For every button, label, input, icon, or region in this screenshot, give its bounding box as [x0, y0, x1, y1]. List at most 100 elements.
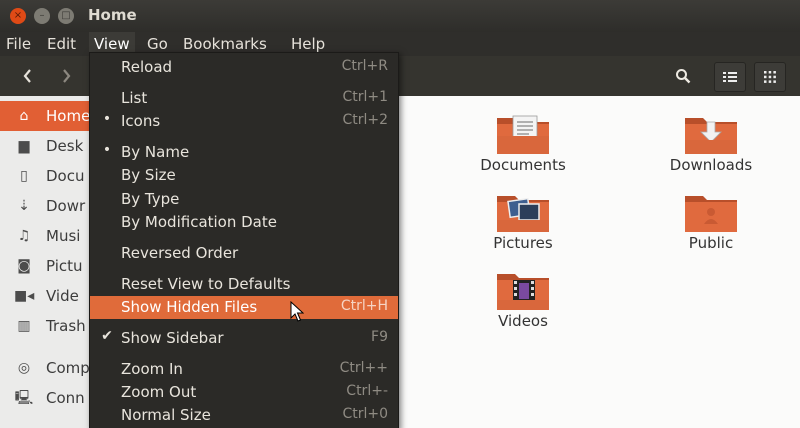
checkmark-icon: ✔	[101, 328, 113, 344]
sidebar-item-label: Conn	[46, 389, 85, 407]
folder-documents-icon	[497, 115, 549, 154]
trash-icon: ▥	[17, 318, 31, 334]
menu-item-label: By Name	[121, 143, 190, 161]
menu-item-shortcut: Ctrl+0	[342, 406, 388, 422]
menu-item-icons[interactable]: • Icons Ctrl+2	[90, 110, 398, 133]
sidebar-item-label: Pictu	[46, 257, 83, 275]
menu-item-by-modification-date[interactable]: By Modification Date	[90, 211, 398, 234]
menu-item-label: Normal Size	[121, 406, 211, 424]
folder-public[interactable]: Public	[621, 190, 800, 260]
menu-file[interactable]: File	[6, 35, 31, 53]
back-button[interactable]	[14, 62, 42, 90]
menu-item-list[interactable]: List Ctrl+1	[90, 87, 398, 110]
menu-item-label: Reload	[121, 58, 173, 76]
menu-item-show-hidden-files[interactable]: Show Hidden Files Ctrl+H	[90, 296, 398, 319]
menu-item-label: Reset View to Defaults	[121, 275, 291, 293]
menu-item-by-name[interactable]: • By Name	[90, 141, 398, 164]
folder-label: Public	[688, 234, 734, 252]
sidebar-item-videos[interactable]: ■◂ Vide	[0, 281, 92, 311]
menu-go[interactable]: Go	[147, 35, 168, 53]
music-icon: ♫	[17, 228, 31, 244]
grid-view-icon	[764, 71, 776, 83]
sidebar-item-documents[interactable]: ▯ Docu	[0, 161, 92, 191]
folder-videos-icon	[497, 274, 549, 310]
menu-item-normal-size[interactable]: Normal Size Ctrl+0	[90, 404, 398, 427]
folder-downloads[interactable]: Downloads	[621, 112, 800, 182]
sidebar: ⌂ Home ▆ Desk ▯ Docu ⇣ Dowr ♫ Musi ◙ Pic…	[0, 96, 93, 428]
sidebar-item-downloads[interactable]: ⇣ Dowr	[0, 191, 92, 221]
menu-item-zoom-in[interactable]: Zoom In Ctrl++	[90, 358, 398, 381]
menu-item-reversed-order[interactable]: Reversed Order	[90, 242, 398, 265]
sidebar-item-home[interactable]: ⌂ Home	[0, 101, 92, 131]
list-view-button[interactable]	[714, 62, 746, 92]
menu-item-label: Zoom Out	[121, 383, 197, 401]
mouse-pointer-icon	[290, 301, 304, 322]
sidebar-item-label: Comp	[46, 359, 90, 377]
folder-documents[interactable]: Documents	[433, 112, 613, 182]
chevron-left-icon	[23, 69, 31, 83]
forward-button[interactable]	[52, 62, 80, 90]
camera-icon: ◙	[17, 258, 31, 274]
menu-item-label: List	[121, 89, 148, 107]
menu-help[interactable]: Help	[291, 35, 325, 53]
radio-bullet-icon: •	[102, 111, 112, 127]
menu-item-by-type[interactable]: By Type	[90, 188, 398, 211]
sidebar-item-desktop[interactable]: ▆ Desk	[0, 131, 92, 161]
menu-item-label: By Size	[121, 166, 176, 184]
folder-label: Videos	[498, 312, 548, 330]
menu-edit[interactable]: Edit	[47, 35, 76, 53]
menu-item-shortcut: Ctrl+1	[342, 89, 388, 105]
network-icon: 🖳	[14, 390, 34, 406]
document-icon: ▯	[20, 168, 28, 184]
maximize-window-button[interactable]: □	[58, 8, 74, 24]
menu-item-shortcut: Ctrl+R	[341, 58, 388, 74]
menu-item-label: Show Sidebar	[121, 329, 224, 347]
folder-label: Pictures	[493, 234, 553, 252]
view-menu-dropdown: Reload Ctrl+R List Ctrl+1 • Icons Ctrl+2…	[89, 52, 399, 428]
folder-pictures-icon	[497, 196, 549, 232]
folder-label: Downloads	[669, 156, 753, 174]
menu-item-label: Show Hidden Files	[121, 298, 258, 316]
sidebar-item-label: Vide	[46, 287, 79, 305]
sidebar-item-computer[interactable]: ◎ Comp	[0, 353, 92, 383]
file-manager-window: × – □ Home File Edit View Go Bookmarks H…	[0, 0, 800, 428]
menu-item-reload[interactable]: Reload Ctrl+R	[90, 56, 398, 79]
sidebar-item-label: Desk	[46, 137, 84, 155]
menu-item-shortcut: Ctrl+H	[340, 298, 388, 314]
minimize-window-button[interactable]: –	[34, 8, 50, 24]
download-icon: ⇣	[18, 198, 30, 214]
sidebar-item-music[interactable]: ♫ Musi	[0, 221, 92, 251]
menu-item-label: By Modification Date	[121, 213, 277, 231]
grid-view-button[interactable]	[754, 62, 786, 92]
list-view-icon	[723, 72, 737, 82]
menu-item-shortcut: Ctrl+-	[346, 383, 388, 399]
search-icon	[676, 69, 691, 84]
folder-label: Documents	[480, 156, 566, 174]
sidebar-item-trash[interactable]: ▥ Trash	[0, 311, 92, 341]
close-window-button[interactable]: ×	[10, 8, 26, 24]
menu-item-zoom-out[interactable]: Zoom Out Ctrl+-	[90, 381, 398, 404]
folder-videos[interactable]: Videos	[433, 268, 613, 338]
menu-item-by-size[interactable]: By Size	[90, 164, 398, 187]
sidebar-item-label: Docu	[46, 167, 85, 185]
sidebar-item-pictures[interactable]: ◙ Pictu	[0, 251, 92, 281]
sidebar-item-label: Trash	[46, 317, 86, 335]
menu-bookmarks[interactable]: Bookmarks	[183, 35, 267, 53]
menu-item-label: By Type	[121, 190, 180, 208]
menu-item-reset-view[interactable]: Reset View to Defaults	[90, 273, 398, 296]
folder-public-icon	[685, 196, 737, 232]
title-bar: × – □ Home	[0, 0, 800, 32]
menu-item-label: Reversed Order	[121, 244, 239, 262]
folder-icon: ▆	[18, 138, 30, 154]
folder-pictures[interactable]: Pictures	[433, 190, 613, 260]
radio-bullet-icon: •	[102, 142, 112, 158]
sidebar-item-label: Musi	[46, 227, 81, 245]
search-button[interactable]	[668, 62, 698, 90]
video-icon: ■◂	[14, 288, 35, 304]
menu-item-shortcut: F9	[371, 329, 388, 345]
sidebar-item-label: Home	[46, 107, 91, 125]
sidebar-item-connect[interactable]: 🖳 Conn	[0, 383, 92, 413]
chevron-right-icon	[63, 69, 71, 83]
menu-item-show-sidebar[interactable]: ✔ Show Sidebar F9	[90, 327, 398, 350]
menu-item-shortcut: Ctrl++	[339, 360, 388, 376]
